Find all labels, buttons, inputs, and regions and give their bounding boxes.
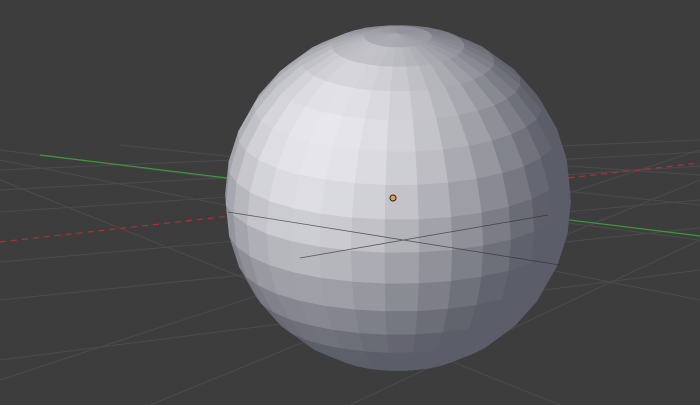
sphere-face bbox=[384, 218, 420, 253]
sphere-face bbox=[447, 276, 482, 309]
sphere-face bbox=[351, 281, 387, 312]
sphere-face bbox=[351, 183, 387, 220]
sphere-face bbox=[416, 182, 452, 220]
sphere-face bbox=[320, 277, 356, 310]
sphere-face bbox=[385, 310, 418, 335]
sphere-face bbox=[390, 66, 410, 92]
sphere-face bbox=[450, 245, 484, 282]
sphere-face bbox=[390, 364, 411, 371]
sphere-face bbox=[414, 149, 449, 186]
sphere-face bbox=[354, 149, 388, 186]
sphere-face bbox=[354, 308, 388, 335]
sphere-face bbox=[290, 240, 322, 278]
sphere-face bbox=[384, 251, 420, 284]
sphere-face bbox=[319, 213, 353, 251]
sphere-face bbox=[292, 174, 327, 214]
sphere-face bbox=[385, 151, 418, 186]
sphere-face bbox=[351, 217, 386, 253]
3d-viewport[interactable] bbox=[0, 0, 700, 405]
sphere-face bbox=[386, 119, 416, 153]
sphere-face bbox=[417, 249, 453, 284]
sphere-face bbox=[384, 282, 419, 312]
sphere-face bbox=[447, 178, 482, 218]
object-origin-icon[interactable] bbox=[389, 194, 397, 202]
sphere-face bbox=[351, 250, 386, 284]
sphere-face bbox=[386, 333, 416, 353]
sphere-face bbox=[414, 308, 449, 335]
sphere-face bbox=[416, 280, 452, 312]
sphere-face bbox=[320, 179, 356, 218]
sphere-face bbox=[384, 184, 419, 220]
sphere-face bbox=[388, 91, 413, 121]
sphere-face bbox=[388, 351, 413, 366]
viewport-canvas[interactable] bbox=[0, 0, 700, 405]
uv-sphere-object[interactable] bbox=[225, 25, 571, 371]
sphere-face bbox=[290, 207, 322, 247]
